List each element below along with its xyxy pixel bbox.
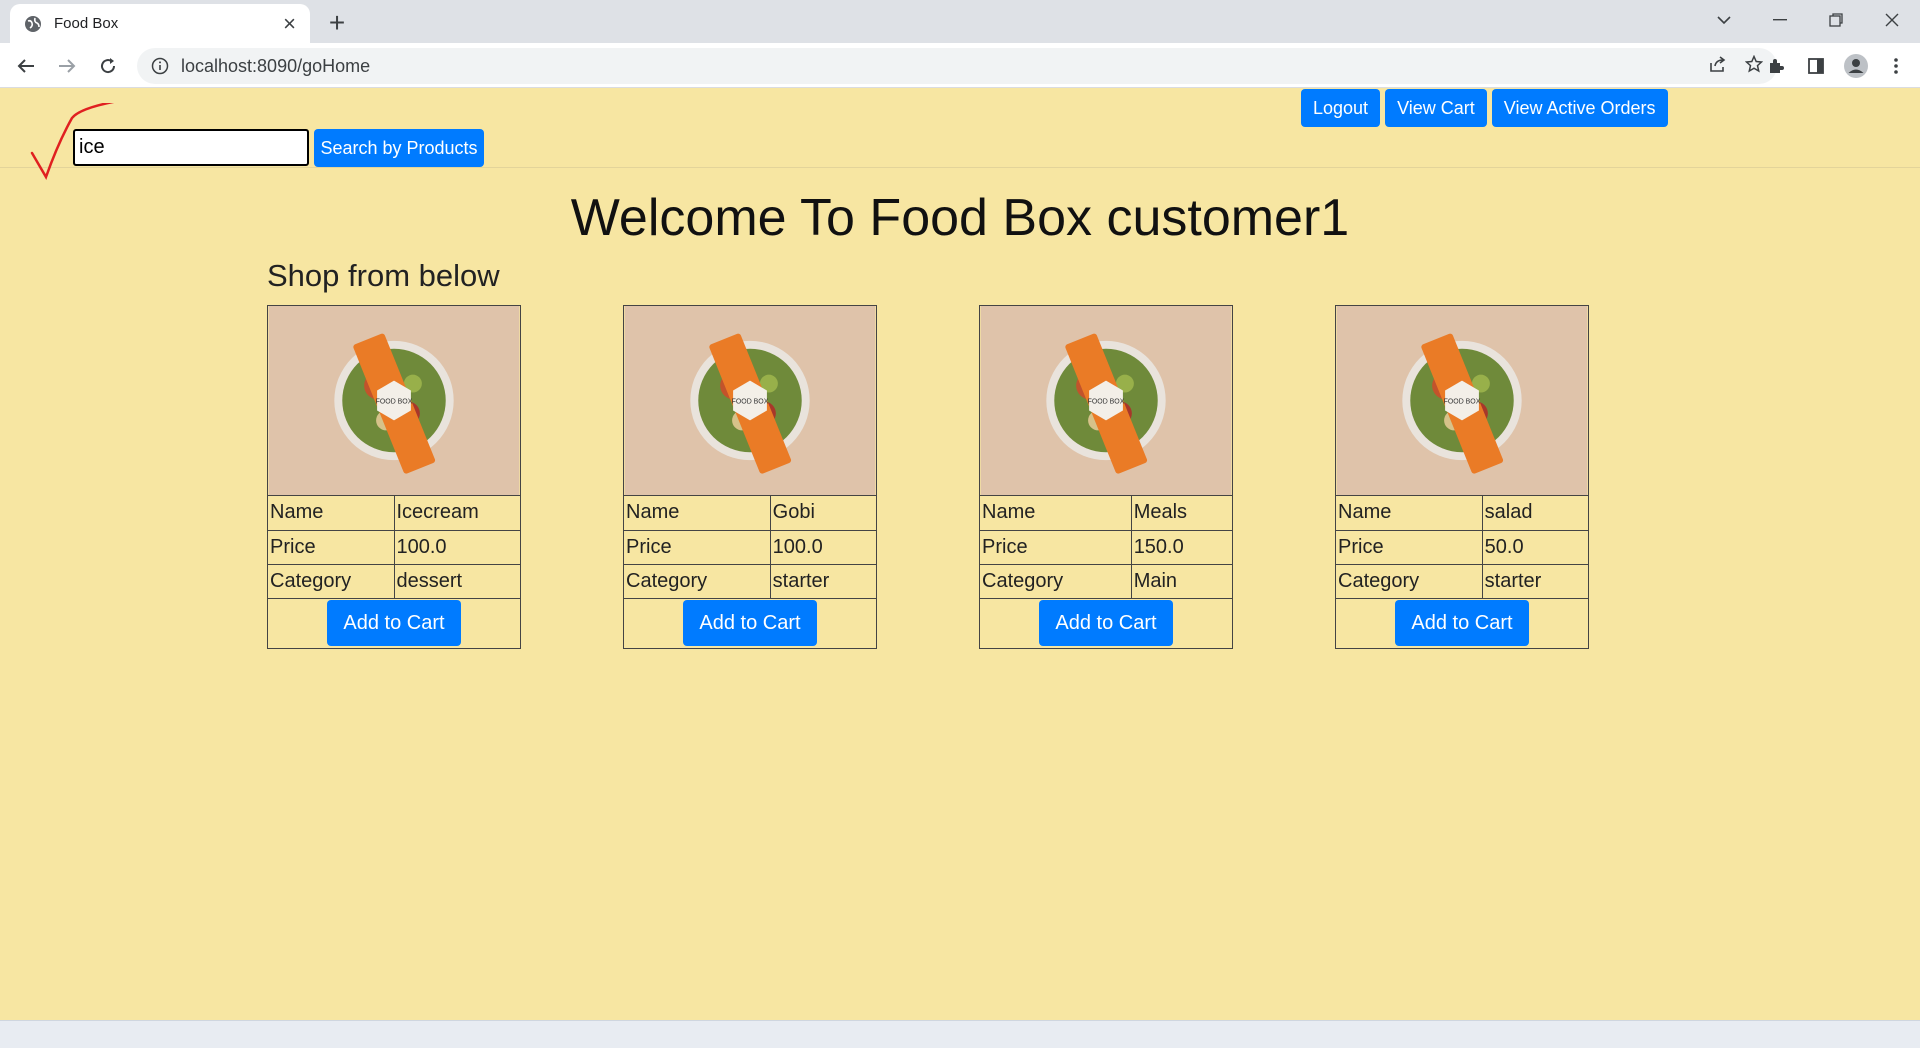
address-bar[interactable]: localhost:8090/goHome [137,48,1777,84]
product-price: 100.0 [393,529,520,565]
back-icon[interactable] [10,50,42,82]
restore-icon[interactable] [1808,0,1864,40]
svg-text:FOOD BOX: FOOD BOX [1444,398,1481,405]
product-image: FOOD BOX [268,306,520,496]
add-to-cart-button[interactable]: Add to Cart [1395,600,1529,647]
product-category: starter [1481,563,1588,599]
search-by-products-button[interactable]: Search by Products [314,129,484,167]
browser-toolbar: localhost:8090/goHome [0,43,1920,88]
new-tab-icon[interactable]: + [322,7,352,38]
name-label: Name [980,496,1132,531]
product-name: Gobi [769,496,876,531]
user-nav: Logout View Cart View Active Orders [1301,89,1668,127]
product-details: Name salad Price 50.0 Category starter Add … [1336,496,1588,648]
site-info-icon[interactable] [151,57,169,75]
product-name: Meals [1130,496,1232,531]
menu-kebab-icon[interactable] [1880,50,1912,82]
shop-heading: Shop from below [267,258,500,293]
product-image: FOOD BOX [1336,306,1588,496]
product-price: 50.0 [1481,529,1588,565]
product-details: Name Meals Price 150.0 Category Main Add to… [980,496,1232,648]
product-category: Main [1130,563,1232,599]
price-label: Price [1336,529,1483,565]
view-cart-button[interactable]: View Cart [1385,89,1487,127]
globe-icon [24,15,42,33]
page-title: Welcome To Food Box customer1 [570,189,1350,247]
category-label: Category [268,563,395,599]
name-label: Name [1336,496,1483,531]
product-details: Name Gobi Price 100.0 Category starter Add … [624,496,876,648]
logout-button[interactable]: Logout [1301,89,1381,127]
svg-text:FOOD BOX: FOOD BOX [376,398,413,405]
svg-text:FOOD BOX: FOOD BOX [732,398,769,405]
product-image: FOOD BOX [980,306,1232,496]
tab-title: Food Box [54,15,119,32]
top-navbar: Search by Products Logout View Cart View… [0,88,1920,180]
price-label: Price [980,529,1132,565]
product-details: Name Icecream Price 100.0 Category dessert … [268,496,520,648]
name-label: Name [268,496,395,531]
product-card: FOOD BOX Name Icecream Price 100.0 Categor… [267,305,521,649]
category-label: Category [1336,563,1483,599]
page-content: Search by Products Logout View Cart View… [0,88,1920,1020]
product-image: FOOD BOX [624,306,876,496]
close-tab-icon[interactable]: × [283,12,296,35]
window-controls [1696,0,1920,40]
product-category: dessert [393,563,520,599]
close-window-icon[interactable] [1864,0,1920,40]
category-label: Category [624,563,771,599]
browser-tab[interactable]: Food Box × [10,4,310,43]
price-label: Price [624,529,771,565]
price-label: Price [268,529,395,565]
share-icon[interactable] [1709,55,1727,78]
forward-icon[interactable] [51,50,83,82]
product-category: starter [769,563,876,599]
add-to-cart-button[interactable]: Add to Cart [327,600,461,647]
profile-avatar-icon[interactable] [1840,50,1872,82]
category-label: Category [980,563,1132,599]
tab-search-icon[interactable] [1696,0,1752,40]
product-price: 100.0 [769,529,876,565]
view-active-orders-button[interactable]: View Active Orders [1491,89,1668,127]
product-card: FOOD BOX Name salad Price 50.0 Category sta… [1335,305,1589,649]
side-panel-icon[interactable] [1800,50,1832,82]
product-card: FOOD BOX Name Meals Price 150.0 Category Ma… [979,305,1233,649]
product-name: salad [1481,496,1588,531]
browser-tabstrip: Food Box × + [0,0,1920,43]
add-to-cart-button[interactable]: Add to Cart [1039,600,1173,647]
os-taskbar [0,1020,1920,1048]
extensions-icon[interactable] [1760,50,1792,82]
name-label: Name [624,496,771,531]
minimize-icon[interactable] [1752,0,1808,40]
product-name: Icecream [393,496,520,531]
url-text: localhost:8090/goHome [181,55,371,76]
svg-text:FOOD BOX: FOOD BOX [1088,398,1125,405]
add-to-cart-button[interactable]: Add to Cart [683,600,817,647]
search-input[interactable] [73,129,309,166]
product-card: FOOD BOX Name Gobi Price 100.0 Category sta… [623,305,877,649]
reload-icon[interactable] [92,50,124,82]
product-price: 150.0 [1130,529,1232,565]
